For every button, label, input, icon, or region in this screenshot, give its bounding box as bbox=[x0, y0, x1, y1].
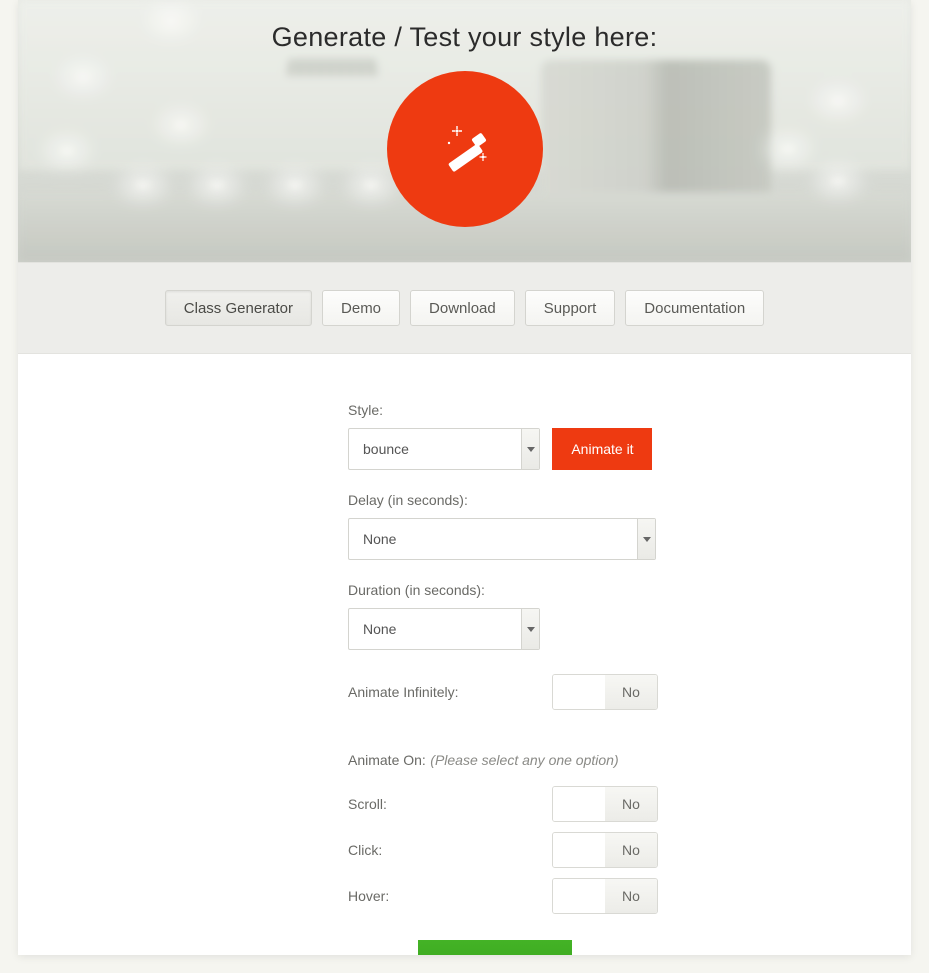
generator-form: Style: bounce Animate it Delay (in secon… bbox=[18, 354, 911, 955]
duration-select-value: None bbox=[349, 621, 521, 637]
delay-select[interactable]: None bbox=[348, 518, 656, 560]
tab-support[interactable]: Support bbox=[525, 290, 616, 326]
nav-tabs: Class Generator Demo Download Support Do… bbox=[18, 262, 911, 354]
animate-it-button[interactable]: Animate it bbox=[552, 428, 652, 470]
hero-banner: Generate / Test your style here: bbox=[18, 0, 911, 262]
toggle-value: No bbox=[605, 787, 657, 821]
tab-download[interactable]: Download bbox=[410, 290, 515, 326]
chevron-down-icon bbox=[637, 519, 655, 559]
generate-button[interactable]: Generate bbox=[418, 940, 572, 955]
tab-demo[interactable]: Demo bbox=[322, 290, 400, 326]
hover-toggle[interactable]: No bbox=[552, 878, 658, 914]
scroll-toggle[interactable]: No bbox=[552, 786, 658, 822]
duration-select[interactable]: None bbox=[348, 608, 540, 650]
hover-label: Hover: bbox=[348, 888, 389, 904]
click-toggle[interactable]: No bbox=[552, 832, 658, 868]
animate-on-hint: (Please select any one option) bbox=[430, 752, 618, 768]
hero-title: Generate / Test your style here: bbox=[18, 0, 911, 53]
delay-select-value: None bbox=[349, 531, 637, 547]
style-select[interactable]: bounce bbox=[348, 428, 540, 470]
tab-documentation[interactable]: Documentation bbox=[625, 290, 764, 326]
chevron-down-icon bbox=[521, 609, 539, 649]
scroll-label: Scroll: bbox=[348, 796, 387, 812]
delay-label: Delay (in seconds): bbox=[348, 492, 658, 508]
toggle-value: No bbox=[605, 833, 657, 867]
toggle-value: No bbox=[605, 879, 657, 913]
page: Generate / Test your style here: Class G… bbox=[18, 0, 911, 955]
chevron-down-icon bbox=[521, 429, 539, 469]
animate-on-label: Animate On: bbox=[348, 752, 426, 768]
animate-infinitely-toggle[interactable]: No bbox=[552, 674, 658, 710]
toggle-value: No bbox=[605, 675, 657, 709]
animate-infinitely-label: Animate Infinitely: bbox=[348, 684, 459, 700]
style-select-value: bounce bbox=[349, 441, 521, 457]
magic-wand-icon bbox=[387, 71, 543, 227]
tab-class-generator[interactable]: Class Generator bbox=[165, 290, 312, 326]
duration-label: Duration (in seconds): bbox=[348, 582, 658, 598]
click-label: Click: bbox=[348, 842, 382, 858]
style-label: Style: bbox=[348, 402, 658, 418]
